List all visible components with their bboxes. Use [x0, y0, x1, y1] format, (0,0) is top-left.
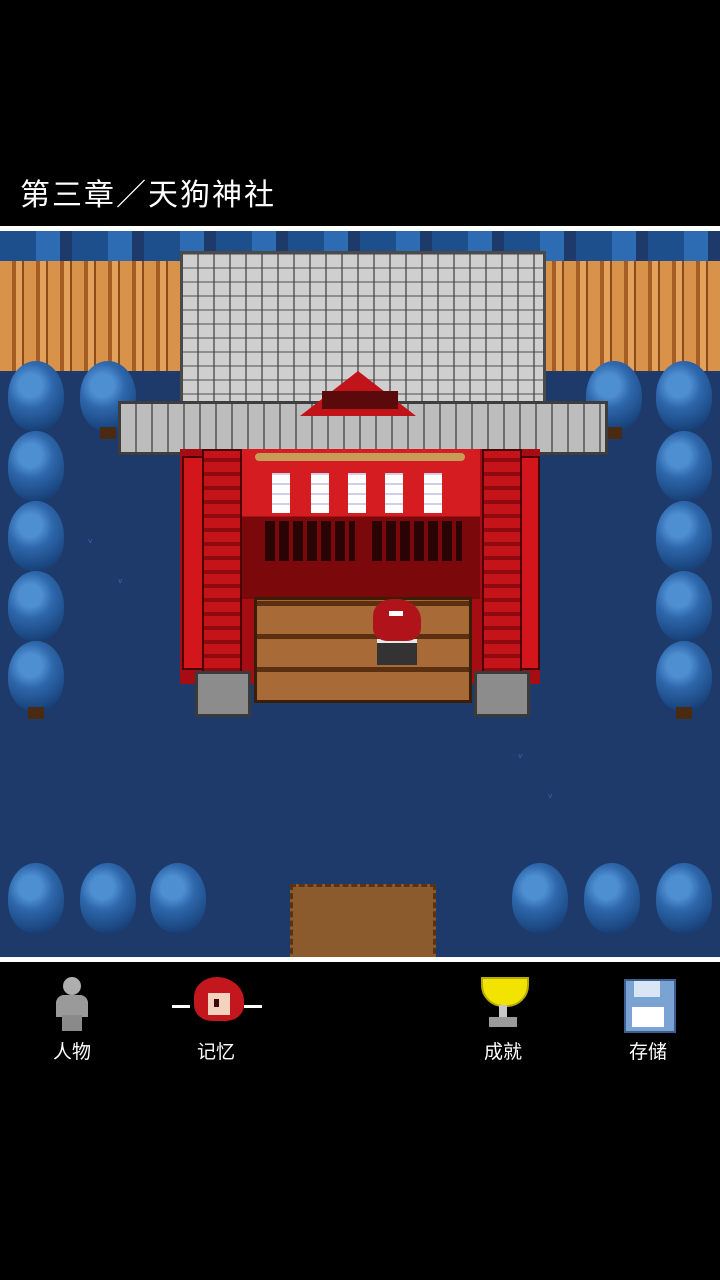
menu-memory-button[interactable]: 记忆 — [161, 975, 271, 1064]
shrine-pillar-right — [482, 449, 522, 698]
tree — [656, 863, 712, 933]
shide-paper — [424, 473, 442, 513]
tree — [8, 571, 64, 641]
tree — [8, 431, 64, 501]
trophy-icon — [473, 975, 533, 1035]
tree — [656, 641, 712, 719]
game-scene[interactable]: ᵥ ᵥ ᵥ ᵥ — [0, 231, 720, 957]
menu-save-label: 存储 — [628, 1041, 667, 1063]
save-disk-icon — [618, 975, 678, 1035]
shide-paper — [385, 473, 403, 513]
fence-left — [0, 261, 180, 371]
pillar-base-right — [474, 671, 530, 717]
tree — [656, 361, 712, 431]
shrine-grille — [372, 521, 462, 561]
menu-achievements-label: 成就 — [483, 1041, 522, 1063]
player-character — [370, 599, 424, 665]
shrine-post-left — [182, 456, 204, 670]
grass-tuft: ᵥ — [88, 532, 94, 546]
tree — [150, 863, 206, 933]
shrine-gable-inner — [322, 391, 398, 409]
fence-right — [540, 261, 720, 371]
dirt-path — [290, 884, 436, 957]
memory-portrait-icon — [172, 975, 262, 1035]
menu-memory-label: 记忆 — [196, 1041, 235, 1063]
tree — [584, 863, 640, 933]
tree — [80, 863, 136, 933]
tree — [8, 641, 64, 719]
shrine-pillar-left — [202, 449, 242, 698]
menu-save-button[interactable]: 存储 — [593, 975, 703, 1064]
grass-tuft: ᵥ — [518, 747, 524, 761]
menu-characters-button[interactable]: 人物 — [17, 975, 127, 1064]
menu-characters-label: 人物 — [52, 1041, 91, 1063]
shrine-steps — [254, 597, 472, 703]
person-icon — [42, 975, 102, 1035]
bottom-divider — [0, 957, 720, 962]
tree — [656, 431, 712, 501]
tree — [656, 571, 712, 641]
menu-achievements-button[interactable]: 成就 — [448, 975, 558, 1064]
grass-tuft: ᵥ — [548, 787, 554, 801]
shide-paper — [311, 473, 329, 513]
tree — [8, 361, 64, 431]
tree — [512, 863, 568, 933]
chapter-title: 第三章／天狗神社 — [20, 178, 276, 213]
shimenawa-rope — [255, 453, 465, 461]
shide-paper — [272, 473, 290, 513]
shide-paper — [348, 473, 366, 513]
grass-tuft: ᵥ — [118, 572, 124, 586]
tree — [656, 501, 712, 571]
tree — [8, 863, 64, 933]
tree — [8, 501, 64, 571]
pillar-base-left — [195, 671, 251, 717]
shrine-grille — [265, 521, 355, 561]
